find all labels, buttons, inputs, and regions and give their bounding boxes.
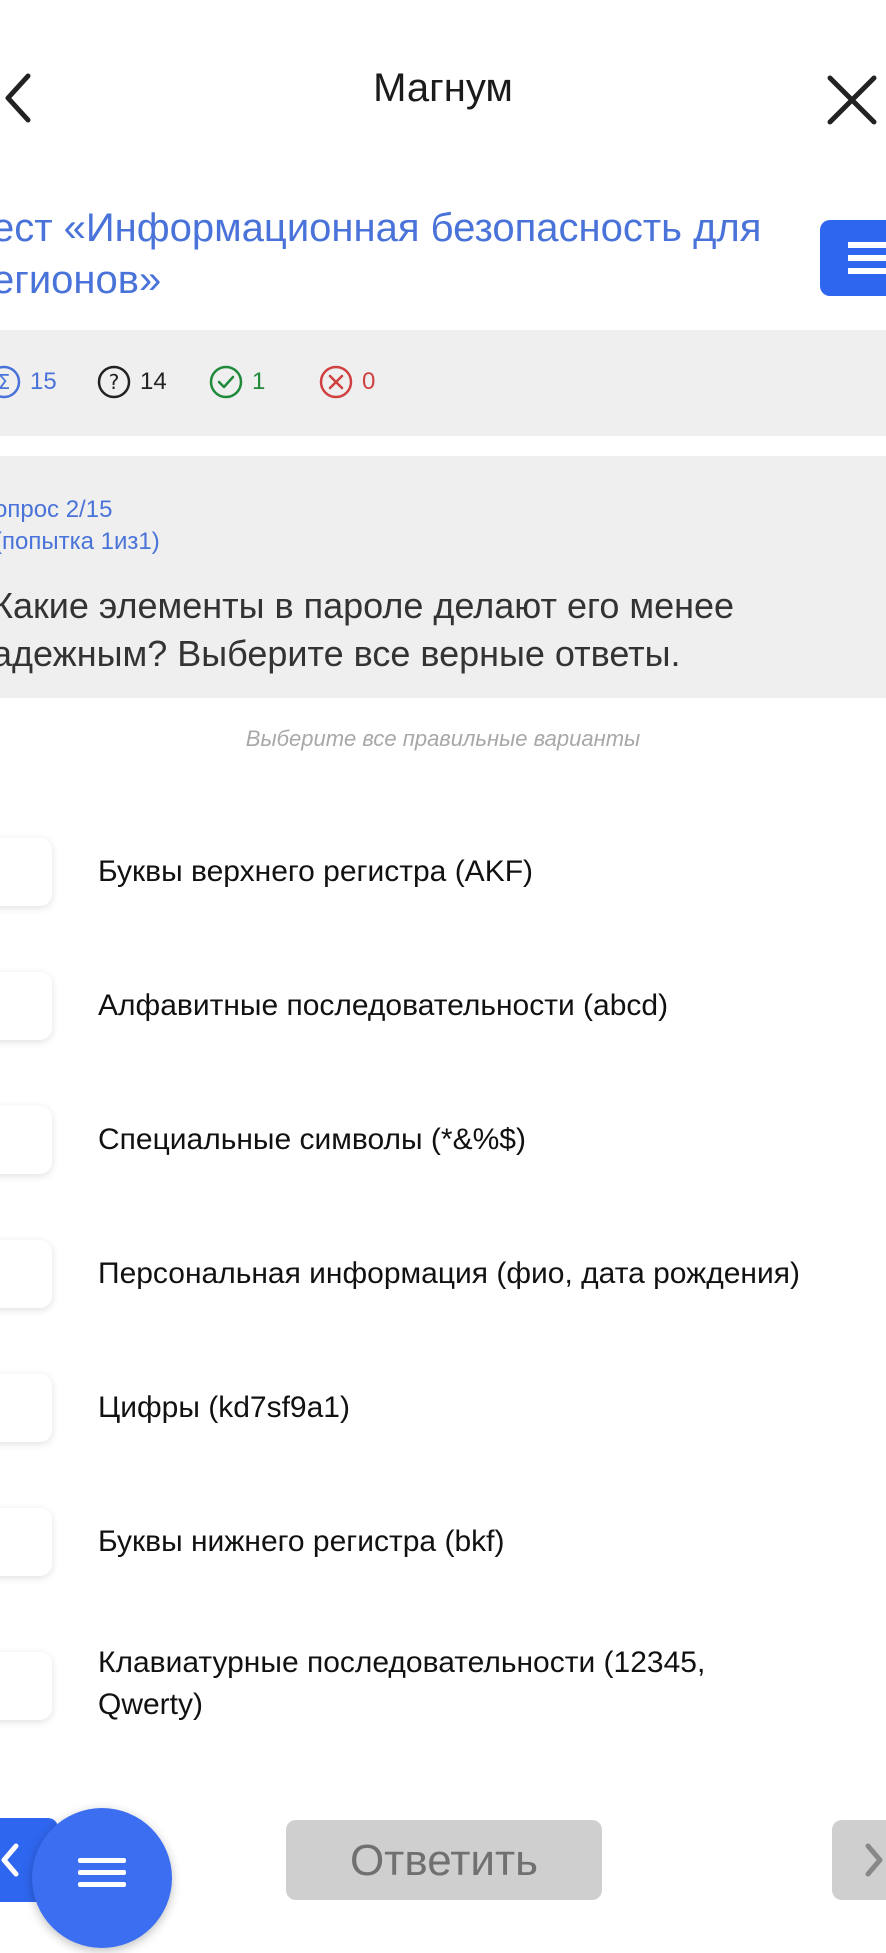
answer-hint: Выберите все правильные варианты <box>245 726 641 751</box>
questions-menu-fab[interactable] <box>32 1808 172 1948</box>
option-label-2[interactable]: Алфавитные последовательности (abcd) <box>98 985 886 1027</box>
hamburger-icon <box>848 242 886 274</box>
close-icon <box>827 75 877 125</box>
page-title: Магнум <box>373 66 513 110</box>
close-button[interactable] <box>814 62 886 134</box>
next-question-button[interactable] <box>832 1820 886 1900</box>
option-checkbox-5[interactable] <box>0 1374 52 1442</box>
question-text: Какие элементы в пароле делают его менее… <box>0 585 735 674</box>
svg-text:?: ? <box>109 370 120 394</box>
chevron-right-icon <box>865 1843 883 1877</box>
menu-button[interactable] <box>820 220 886 296</box>
answer-button[interactable]: Ответить <box>286 1820 602 1900</box>
question-number: опрос 2/15 <box>0 496 113 523</box>
svg-text:Σ: Σ <box>0 370 10 394</box>
sigma-icon: Σ <box>0 365 21 399</box>
option-label-6[interactable]: Буквы нижнего регистра (bkf) <box>98 1521 886 1563</box>
option-label-4[interactable]: Персональная информация (фио, дата рожде… <box>98 1253 886 1295</box>
test-title: ест «Информационная безопасность для еги… <box>0 206 762 302</box>
stat-unanswered: ? 14 <box>96 352 167 412</box>
option-checkbox-4[interactable] <box>0 1240 52 1308</box>
stat-total: Σ 15 <box>0 352 57 412</box>
option-checkbox-3[interactable] <box>0 1106 52 1174</box>
check-circle-icon <box>209 365 243 399</box>
hamburger-icon <box>78 1858 126 1887</box>
option-checkbox-7[interactable] <box>0 1652 52 1720</box>
x-circle-icon <box>319 365 353 399</box>
option-label-5[interactable]: Цифры (kd7sf9a1) <box>98 1387 886 1429</box>
question-attempt: (попытка 1из1) <box>0 528 160 555</box>
question-circle-icon: ? <box>97 365 131 399</box>
option-checkbox-1[interactable] <box>0 838 52 906</box>
stat-wrong: 0 <box>318 352 375 412</box>
option-label-1[interactable]: Буквы верхнего регистра (AKF) <box>98 851 886 893</box>
option-checkbox-6[interactable] <box>0 1508 52 1576</box>
option-label-3[interactable]: Специальные символы (*&%$) <box>98 1119 886 1161</box>
stat-correct: 1 <box>208 352 265 412</box>
option-label-7[interactable]: Клавиатурные последовательности (12345, … <box>98 1642 886 1726</box>
option-checkbox-2[interactable] <box>0 972 52 1040</box>
